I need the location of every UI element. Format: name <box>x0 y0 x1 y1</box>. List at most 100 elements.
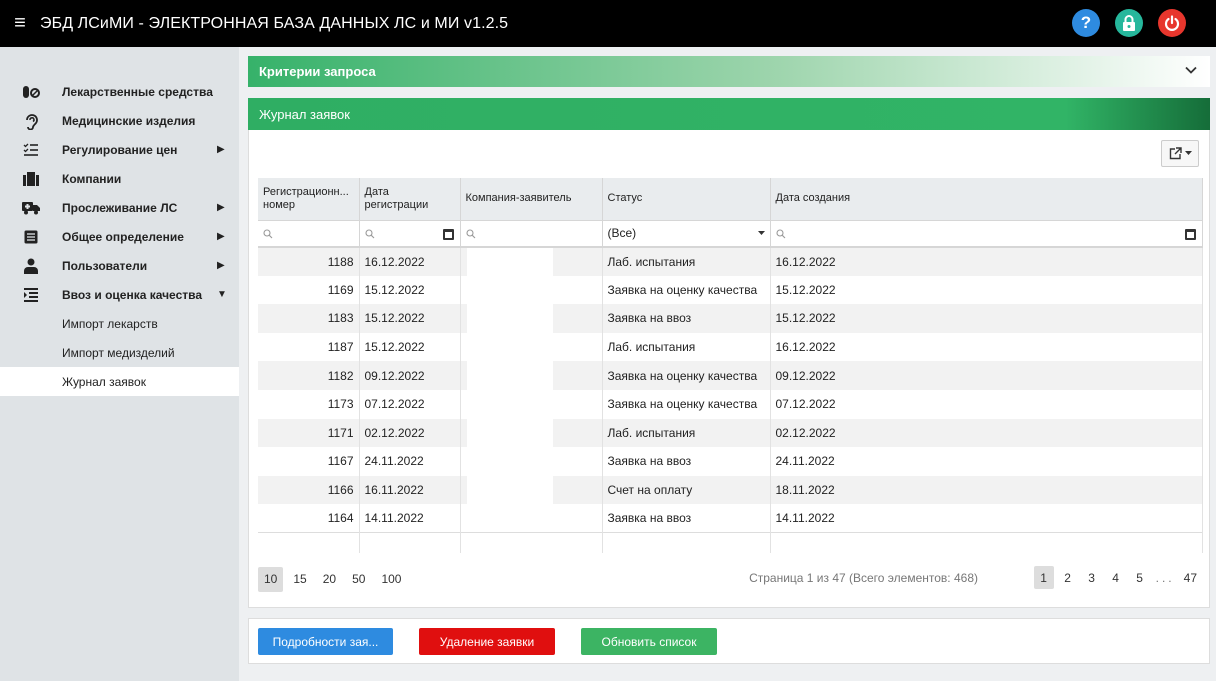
page-ellipsis: ... <box>1155 570 1175 585</box>
page-size-20[interactable]: 20 <box>317 567 342 592</box>
journal-title: Журнал заявок <box>259 106 350 122</box>
filter-company[interactable] <box>460 220 603 248</box>
table-row[interactable]: 1167 24.11.2022 Заявка на ввоз 24.11.2022 <box>258 447 1203 476</box>
sidebar-subitem-import-medicines[interactable]: Импорт лекарств <box>0 309 239 338</box>
caret-down-icon: ▼ <box>217 289 227 300</box>
cell-status: Заявка на оценку качества <box>602 361 771 390</box>
column-header-reg-date[interactable]: Дата регистрации <box>359 178 461 221</box>
cell-created: 09.12.2022 <box>770 361 1203 390</box>
help-icon[interactable]: ? <box>1072 9 1100 37</box>
page-size-15[interactable]: 15 <box>287 567 312 592</box>
page-numbers: 1 2 3 4 5 ... 47 <box>1030 566 1202 589</box>
cell-created: 16.12.2022 <box>770 332 1203 362</box>
calendar-icon[interactable] <box>1184 228 1196 240</box>
sidebar-item-label: Лекарственные средства <box>62 84 213 99</box>
lock-icon[interactable] <box>1115 9 1143 37</box>
delete-request-button[interactable]: Удаление заявки <box>419 628 555 655</box>
table-row[interactable]: 1171 02.12.2022 Лаб. испытания 02.12.2022 <box>258 418 1203 448</box>
action-bar: Подробности зая... Удаление заявки Обнов… <box>248 618 1210 664</box>
page-3[interactable]: 3 <box>1082 566 1102 589</box>
cell-reg-date: 16.12.2022 <box>359 247 461 276</box>
cell-reg-number: 1167 <box>258 447 360 476</box>
filter-reg-number[interactable] <box>258 220 360 248</box>
filter-status[interactable]: (Все) <box>602 220 771 248</box>
requests-table: Регистрационн... номер Дата регистрации … <box>258 178 1203 553</box>
criteria-panel-header[interactable]: Критерии запроса <box>248 56 1210 87</box>
filter-created[interactable] <box>770 220 1203 248</box>
cell-reg-number: 1169 <box>258 275 360 305</box>
app-title: ЭБД ЛСиМИ - ЭЛЕКТРОННАЯ БАЗА ДАННЫХ ЛС и… <box>40 14 509 32</box>
cell-reg-number: 1166 <box>258 475 360 505</box>
cell-reg-date: 15.12.2022 <box>359 332 461 362</box>
journal-header: Журнал заявок <box>248 98 1210 130</box>
table-row[interactable]: 1183 15.12.2022 Заявка на ввоз 15.12.2022 <box>258 304 1203 333</box>
cell-reg-number: 1171 <box>258 418 360 448</box>
pager-info: Страница 1 из 47 (Всего элементов: 468) <box>749 571 978 585</box>
caret-right-icon: ▶ <box>217 202 225 213</box>
indent-list-icon <box>22 286 40 304</box>
cell-created: 16.12.2022 <box>770 247 1203 276</box>
sidebar-item-tracking[interactable]: Прослеживание ЛС ▶ <box>0 193 239 222</box>
page-size-100[interactable]: 100 <box>375 567 407 592</box>
search-icon <box>465 229 475 239</box>
page-size-10[interactable]: 10 <box>258 566 284 592</box>
table-row[interactable]: 1187 15.12.2022 Лаб. испытания 16.12.2022 <box>258 332 1203 362</box>
top-icons: ? <box>1072 9 1186 37</box>
filter-reg-date[interactable] <box>359 220 461 248</box>
cell-status: Заявка на оценку качества <box>602 389 771 419</box>
sidebar: Лекарственные средства Медицинские издел… <box>0 47 239 681</box>
power-icon[interactable] <box>1158 9 1186 37</box>
cell-reg-date: 14.11.2022 <box>359 504 461 533</box>
details-button[interactable]: Подробности зая... <box>258 628 393 655</box>
sidebar-item-label: Прослеживание ЛС <box>62 200 178 215</box>
page-5[interactable]: 5 <box>1130 566 1150 589</box>
list-box-icon <box>22 228 40 246</box>
page-4[interactable]: 4 <box>1106 566 1126 589</box>
grid-panel: Регистрационн... номер Дата регистрации … <box>248 130 1210 608</box>
caret-down-icon <box>757 230 765 235</box>
cell-created: 18.11.2022 <box>770 475 1203 505</box>
cell-reg-date: 24.11.2022 <box>359 447 461 476</box>
sidebar-item-companies[interactable]: Компании <box>0 164 239 193</box>
sidebar-item-medical-devices[interactable]: Медицинские изделия <box>0 106 239 135</box>
refresh-list-button[interactable]: Обновить список <box>581 628 717 655</box>
cell-reg-number: 1164 <box>258 504 360 533</box>
column-header-company[interactable]: Компания-заявитель <box>460 178 603 221</box>
column-header-status[interactable]: Статус <box>602 178 771 221</box>
cell-status: Заявка на оценку качества <box>602 275 771 305</box>
sidebar-item-price-regulation[interactable]: Регулирование цен ▶ <box>0 135 239 164</box>
sidebar-item-label: Медицинские изделия <box>62 113 196 128</box>
pager: 10 15 20 50 100 Страница 1 из 47 (Всего … <box>258 566 1202 592</box>
menu-icon[interactable]: ≡ <box>0 0 40 47</box>
table-row[interactable]: 1173 07.12.2022 Заявка на оценку качества 0… <box>258 389 1203 419</box>
table-row[interactable]: 1188 16.12.2022 Лаб. испытания 16.12.2022 <box>258 247 1203 276</box>
cell-created: 07.12.2022 <box>770 389 1203 419</box>
page-1[interactable]: 1 <box>1033 566 1054 589</box>
filter-row: (Все) <box>258 220 1203 248</box>
sidebar-item-import-quality[interactable]: Ввоз и оценка качества ▼ <box>0 280 239 309</box>
export-button[interactable] <box>1161 140 1199 167</box>
search-icon <box>775 229 785 239</box>
ambulance-icon <box>22 199 40 217</box>
table-row[interactable]: 1166 16.11.2022 Счет на оплату 18.11.2022 <box>258 475 1203 505</box>
table-row[interactable]: 1169 15.12.2022 Заявка на оценку качества 1… <box>258 275 1203 305</box>
calendar-icon[interactable] <box>442 228 454 240</box>
page-2[interactable]: 2 <box>1058 566 1078 589</box>
chevron-down-icon[interactable] <box>1184 63 1198 77</box>
cell-reg-date: 16.11.2022 <box>359 475 461 505</box>
cell-created: 15.12.2022 <box>770 304 1203 333</box>
cell-status: Лаб. испытания <box>602 332 771 362</box>
sidebar-item-general-definition[interactable]: Общее определение ▶ <box>0 222 239 251</box>
sidebar-item-medicines[interactable]: Лекарственные средства <box>0 77 239 106</box>
page-last[interactable]: 47 <box>1179 566 1202 589</box>
cell-status: Заявка на ввоз <box>602 304 771 333</box>
column-header-created[interactable]: Дата создания <box>770 178 1203 221</box>
page-size-50[interactable]: 50 <box>346 567 371 592</box>
column-header-reg-number[interactable]: Регистрационн... номер <box>258 178 360 221</box>
sidebar-subitem-journal[interactable]: Журнал заявок <box>0 367 239 396</box>
table-row[interactable]: 1182 09.12.2022 Заявка на оценку качества 0… <box>258 361 1203 390</box>
cell-reg-number: 1187 <box>258 332 360 362</box>
sidebar-item-users[interactable]: Пользователи ▶ <box>0 251 239 280</box>
table-row[interactable]: 1164 14.11.2022 Заявка на ввоз 14.11.2022 <box>258 504 1203 533</box>
sidebar-subitem-import-devices[interactable]: Импорт медизделий <box>0 338 239 367</box>
